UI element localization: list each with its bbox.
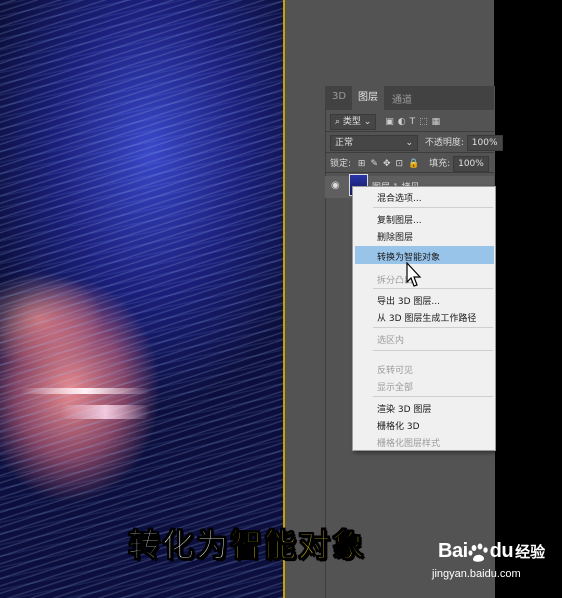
fill-input[interactable]: 100% — [453, 156, 489, 172]
eye-icon[interactable]: ◉ — [331, 180, 340, 191]
divider — [325, 131, 494, 132]
context-menu: 混合选项... 复制图层... 删除图层 转换为智能对象 拆分凸出 导出 3D … — [352, 186, 496, 451]
watermark-brand-2: du — [489, 540, 514, 562]
opacity-label: 不透明度: — [424, 138, 464, 148]
filter-kind-dropdown[interactable]: ⌕ 类型 ⌄ — [330, 114, 377, 130]
menu-item-work-path-from-3d[interactable]: 从 3D 图层生成工作路径 — [377, 311, 476, 324]
blend-row: 正常 ⌄ 不透明度: 100% — [330, 135, 503, 151]
fill-label: 填充: — [429, 159, 451, 169]
paw-icon — [468, 543, 488, 562]
tab-channels[interactable]: 通道 — [392, 91, 412, 106]
filter-icons[interactable]: ▣◐T⬚▦ — [385, 117, 444, 127]
lock-row: 锁定: ⊞✎✥⊡🔒 填充: 100% — [330, 156, 489, 172]
artwork-glow — [20, 388, 150, 394]
lock-label: 锁定: — [330, 159, 352, 169]
lock-icons[interactable]: ⊞✎✥⊡🔒 — [358, 159, 424, 169]
menu-separator — [373, 350, 493, 351]
right-letterbox — [494, 0, 562, 598]
opacity-input[interactable]: 100% — [466, 135, 503, 151]
canvas-artwork — [0, 0, 283, 598]
watermark-url: jingyan.baidu.com — [432, 568, 521, 580]
tab-3d[interactable]: 3D — [332, 91, 346, 102]
blend-mode-dropdown[interactable]: 正常 ⌄ — [330, 135, 418, 151]
search-icon: ⌕ — [335, 117, 341, 127]
menu-item-in-selection: 选区内 — [377, 336, 405, 346]
menu-separator — [373, 288, 493, 289]
divider — [325, 172, 494, 173]
menu-separator — [373, 396, 493, 397]
baidu-watermark: Bai du 经验 jingyan.baidu.com — [432, 540, 546, 580]
menu-item-rasterize-3d[interactable]: 栅格化 3D — [377, 419, 420, 432]
artwork-glow-2 — [60, 405, 150, 419]
artwork-streaks — [0, 0, 283, 598]
watermark-suffix: 经验 — [515, 544, 546, 561]
menu-separator — [373, 327, 493, 328]
filter-kind-label: 类型 — [342, 117, 361, 127]
chevron-down-icon: ⌄ — [405, 138, 413, 148]
subtitle-caption: 转化为智能对象 — [0, 520, 494, 566]
menu-item-delete-layer[interactable]: 删除图层 — [377, 230, 413, 243]
watermark-brand: Bai — [438, 540, 468, 562]
blend-mode-value: 正常 — [335, 138, 354, 148]
tab-layers[interactable]: 图层 — [352, 86, 384, 110]
menu-item-export-3d[interactable]: 导出 3D 图层... — [377, 294, 440, 307]
divider — [325, 152, 494, 153]
caption-yellow: 智能对象 — [229, 526, 367, 565]
cursor-icon — [406, 262, 422, 287]
menu-item-duplicate-layer[interactable]: 复制图层... — [377, 213, 422, 226]
panel-tabbar: 3D 图层 通道 — [325, 86, 494, 110]
menu-separator — [373, 207, 493, 208]
menu-item-rasterize-layer-style: 栅格化图层样式 — [377, 439, 441, 449]
filter-row: ⌕ 类型 ⌄ ▣◐T⬚▦ — [330, 114, 444, 130]
menu-item-render-3d[interactable]: 渲染 3D 图层 — [377, 402, 431, 415]
menu-item-show-all: 显示全部 — [377, 383, 414, 393]
menu-item-blending-options[interactable]: 混合选项... — [377, 191, 422, 204]
menu-item-invert-visible: 反转可见 — [377, 366, 414, 376]
caption-white: 转化为 — [127, 526, 230, 565]
